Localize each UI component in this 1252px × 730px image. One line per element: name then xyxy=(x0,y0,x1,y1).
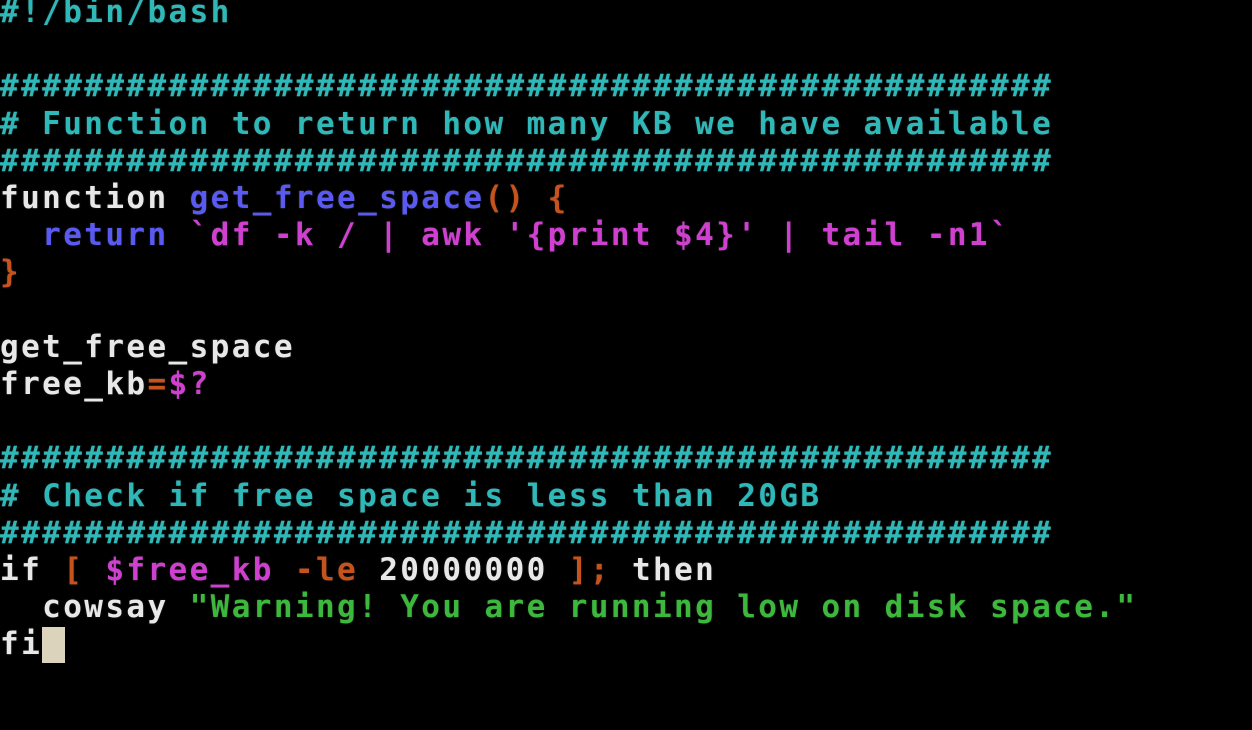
code-line: fi xyxy=(0,626,66,664)
code-token: cowsay xyxy=(0,589,190,626)
code-token: then xyxy=(631,552,717,588)
code-token: } xyxy=(0,254,22,291)
code-token: -le xyxy=(273,552,380,588)
code-token: "Warning! You are running low on disk sp… xyxy=(189,589,1138,626)
code-token: #!/bin/bash xyxy=(0,0,232,30)
code-token: # Function to return how many KB we have… xyxy=(0,105,1054,142)
code-token: ########################################… xyxy=(0,514,1054,551)
code-line: ########################################… xyxy=(0,143,1053,180)
code-token: return xyxy=(0,217,190,254)
code-token: 20000000 xyxy=(379,552,548,588)
terminal-editor[interactable]: #!/bin/bash #############################… xyxy=(0,0,1252,730)
code-line: } xyxy=(0,254,21,291)
code-token: $? xyxy=(168,366,211,402)
code-token: if xyxy=(0,552,64,588)
code-token: [ xyxy=(63,552,106,588)
code-line: if [ $free_kb -le 20000000 ]; then xyxy=(0,552,716,589)
code-token: ########################################… xyxy=(0,440,1054,477)
code-token: ########################################… xyxy=(0,68,1054,105)
code-token: `df -k / | awk '{print $4}' | tail -n1` xyxy=(189,217,1012,254)
code-token: ]; xyxy=(547,552,632,588)
code-token: function xyxy=(0,180,190,216)
code-token: get_free_space xyxy=(189,180,485,216)
code-line: ########################################… xyxy=(0,68,1053,105)
code-token: ########################################… xyxy=(0,142,1054,179)
code-token: get_free_space xyxy=(0,328,295,365)
code-token: = xyxy=(147,366,169,402)
code-token: fi xyxy=(0,626,43,663)
code-token: # Check if free space is less than 20GB xyxy=(0,477,822,514)
code-line: cowsay "Warning! You are running low on … xyxy=(0,589,1137,626)
code-line: # Function to return how many KB we have… xyxy=(0,106,1053,143)
code-token: $free_kb xyxy=(105,552,274,588)
text-cursor xyxy=(42,627,66,664)
code-token: free_kb xyxy=(0,366,148,402)
code-token: () { xyxy=(484,180,569,216)
code-line: # Check if free space is less than 20GB xyxy=(0,478,821,515)
code-line: #!/bin/bash xyxy=(0,0,232,31)
code-line: ########################################… xyxy=(0,440,1053,477)
code-line: function get_free_space() { xyxy=(0,180,569,217)
code-line: return `df -k / | awk '{print $4}' | tai… xyxy=(0,217,1011,254)
code-line: ########################################… xyxy=(0,515,1053,552)
code-line: free_kb=$? xyxy=(0,366,211,403)
code-line: get_free_space xyxy=(0,329,295,366)
